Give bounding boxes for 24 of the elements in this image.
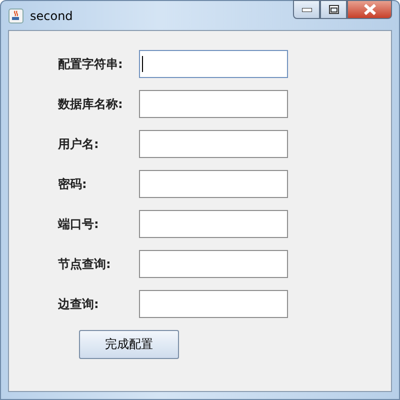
field-label: 数据库名称: — [58, 96, 124, 112]
input-field[interactable] — [139, 290, 288, 318]
minimize-button[interactable] — [293, 0, 320, 19]
input-field[interactable] — [139, 130, 288, 158]
input-field[interactable] — [139, 90, 288, 118]
field-label: 密码: — [58, 176, 88, 192]
cup-icon — [8, 8, 24, 24]
input-field[interactable] — [139, 210, 288, 238]
window-title: second — [30, 8, 74, 22]
input-field[interactable] — [139, 170, 288, 198]
field-label: 端口号: — [58, 216, 100, 232]
input-field[interactable] — [139, 250, 288, 278]
finish-button[interactable]: 完成配置 — [79, 330, 179, 359]
close-icon — [364, 4, 376, 15]
close-button[interactable] — [347, 0, 392, 19]
text-caret — [142, 56, 143, 72]
minimize-icon — [302, 8, 312, 12]
field-label: 节点查询: — [58, 256, 112, 272]
field-label: 用户名: — [58, 136, 100, 152]
maximize-button[interactable] — [320, 0, 347, 19]
maximize-icon — [328, 5, 338, 14]
field-label: 配置字符串: — [58, 56, 124, 72]
field-label: 边查询: — [58, 296, 100, 312]
input-field[interactable] — [139, 50, 288, 78]
